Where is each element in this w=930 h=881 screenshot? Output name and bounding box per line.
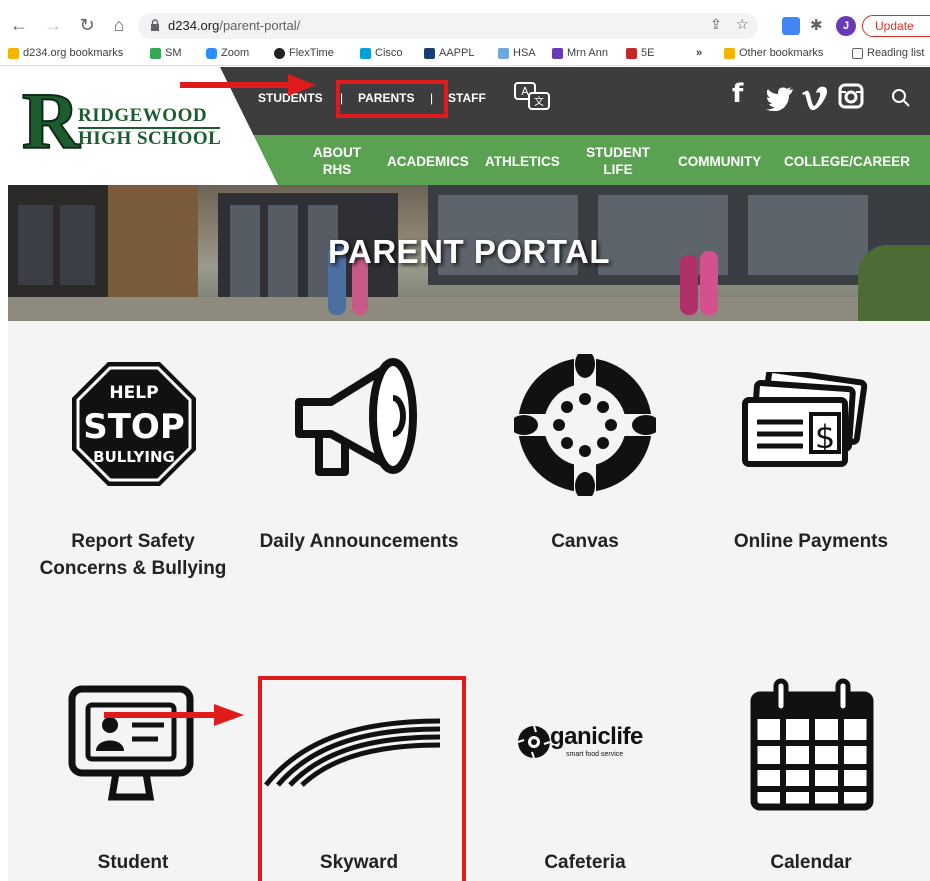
profile-avatar[interactable]: J	[836, 16, 856, 36]
nav-parents[interactable]: PARENTS	[358, 91, 414, 105]
tile-label: Cafeteria	[544, 852, 626, 873]
star-icon[interactable]: ☆	[736, 16, 749, 33]
organiclife-tagline: smart food service	[566, 751, 624, 758]
shield-favicon-icon	[626, 47, 637, 59]
facebook-icon[interactable]: f	[732, 79, 743, 109]
bookmark-item[interactable]: AAPPL	[424, 47, 474, 59]
bookmark-item[interactable]: 5E	[626, 47, 654, 59]
search-icon[interactable]	[890, 87, 912, 109]
bookmark-favicon-icon	[424, 47, 435, 59]
tile-label: Canvas	[551, 531, 619, 552]
tile-label: Online Payments	[733, 531, 889, 552]
update-button[interactable]: Update	[862, 15, 930, 37]
nav-label: ABOUT RHS	[313, 145, 361, 177]
nav-separator: |	[340, 91, 344, 105]
tile-label: Calendar	[770, 852, 852, 873]
tile-cafeteria[interactable]: ganiclife smart food service Cafeteria	[480, 677, 690, 881]
annotation-arrow-right-icon	[104, 704, 244, 726]
reading-list-icon	[852, 47, 863, 59]
svg-text:HELP: HELP	[109, 383, 158, 403]
hero-walkway	[8, 297, 930, 321]
vimeo-icon[interactable]	[800, 85, 830, 111]
translate-icon[interactable]: A 文	[513, 81, 555, 113]
bookmark-item[interactable]: d234.org bookmarks	[8, 47, 123, 59]
cisco-favicon-icon	[360, 47, 371, 59]
bookmark-item[interactable]: Mrn Ann	[552, 47, 608, 59]
zoom-favicon-icon	[206, 47, 217, 59]
payment-cards-icon: $	[742, 372, 868, 467]
bookmark-item[interactable]: HSA	[498, 47, 536, 59]
bookmark-folder[interactable]: Other bookmarks	[724, 47, 823, 59]
extension-icon[interactable]	[782, 17, 800, 35]
calendar-icon	[750, 678, 874, 811]
nav-athletics[interactable]: ATHLETICS	[485, 153, 560, 170]
skyward-logo-icon	[264, 718, 441, 787]
svg-text:BULLYING: BULLYING	[93, 448, 175, 466]
svg-text:STOP: STOP	[83, 407, 185, 447]
home-icon[interactable]: ⌂	[108, 14, 130, 36]
bookmark-favicon-icon	[498, 47, 509, 59]
tile-report-safety[interactable]: HELP STOP BULLYING Report Safety Concern…	[28, 352, 238, 612]
bookmark-favicon-icon	[274, 47, 285, 59]
hero-banner: PARENT PORTAL	[8, 185, 930, 321]
back-icon[interactable]: ←	[8, 14, 30, 36]
tile-label: Student	[97, 852, 169, 873]
nav-student-life[interactable]: STUDENT LIFE	[583, 144, 653, 178]
website: R RIDGEWOOD HIGH SCHOOL STUDENTS | PAREN…	[8, 67, 930, 881]
share-icon[interactable]: ⇪	[710, 16, 722, 33]
stop-sign-icon: HELP STOP BULLYING	[72, 362, 196, 486]
canvas-logo-icon	[514, 354, 656, 496]
annotation-arrow-right-icon	[180, 74, 316, 96]
bookmark-favicon-icon	[150, 47, 161, 59]
address-bar[interactable]: d234.org/parent-portal/ ⇪ ☆	[138, 13, 758, 39]
bookmark-item[interactable]: FlexTime	[274, 47, 334, 59]
nav-academics[interactable]: ACADEMICS	[387, 153, 469, 170]
bookmarks-overflow-button[interactable]: »	[696, 47, 702, 59]
svg-text:文: 文	[534, 95, 544, 108]
bookmark-item[interactable]: Zoom	[206, 47, 249, 59]
lock-icon	[151, 19, 159, 31]
twitter-icon[interactable]	[765, 85, 795, 111]
bookmark-favicon-icon	[552, 47, 563, 59]
tile-daily-announcements[interactable]: Daily Announcements	[254, 352, 464, 612]
tile-online-payments[interactable]: $ Online Payments	[706, 352, 916, 612]
tile-skyward[interactable]: Skyward	[254, 677, 464, 881]
reload-icon[interactable]: ↻	[76, 14, 98, 36]
nav-college-career[interactable]: COLLEGE/CAREER	[784, 153, 910, 170]
nav-community[interactable]: COMMUNITY	[678, 153, 761, 170]
nav-separator: |	[430, 91, 434, 105]
tile-canvas[interactable]: Canvas	[480, 352, 690, 612]
page-title: PARENT PORTAL	[327, 233, 611, 270]
logo-letter: R	[21, 78, 81, 166]
nav-about-rhs[interactable]: ABOUT RHS	[312, 144, 362, 178]
logo-school-type: HIGH SCHOOL	[78, 128, 222, 149]
organiclife-wordmark: ganiclife	[550, 723, 643, 750]
megaphone-icon	[295, 358, 417, 476]
bookmark-item[interactable]: Cisco	[360, 47, 403, 59]
folder-icon	[724, 47, 735, 59]
cropped-caption-strip	[0, 0, 930, 10]
tile-label: Daily Announcements	[259, 531, 459, 552]
browser-toolbar: ← → ↻ ⌂ d234.org/parent-portal/ ⇪ ☆ ✱ J …	[0, 10, 930, 42]
bookmark-item[interactable]: SM	[150, 47, 182, 59]
bookmarks-bar: d234.org bookmarks SM Zoom FlexTime Cisc…	[0, 42, 930, 66]
instagram-icon[interactable]	[838, 83, 864, 109]
puzzle-icon[interactable]: ✱	[810, 16, 823, 34]
nav-staff[interactable]: STAFF	[448, 91, 486, 105]
tile-calendar[interactable]: Calendar	[706, 677, 916, 881]
url-text: d234.org/parent-portal/	[168, 18, 301, 33]
tile-label: Report Safety Concerns & Bullying	[39, 531, 227, 579]
tile-label: Skyward	[319, 852, 399, 873]
logo-school-name: RIDGEWOOD	[78, 105, 208, 126]
organiclife-logo-icon	[517, 725, 551, 759]
reading-list-button[interactable]: Reading list	[852, 47, 924, 59]
folder-icon	[8, 47, 19, 59]
forward-icon[interactable]: →	[42, 14, 64, 36]
